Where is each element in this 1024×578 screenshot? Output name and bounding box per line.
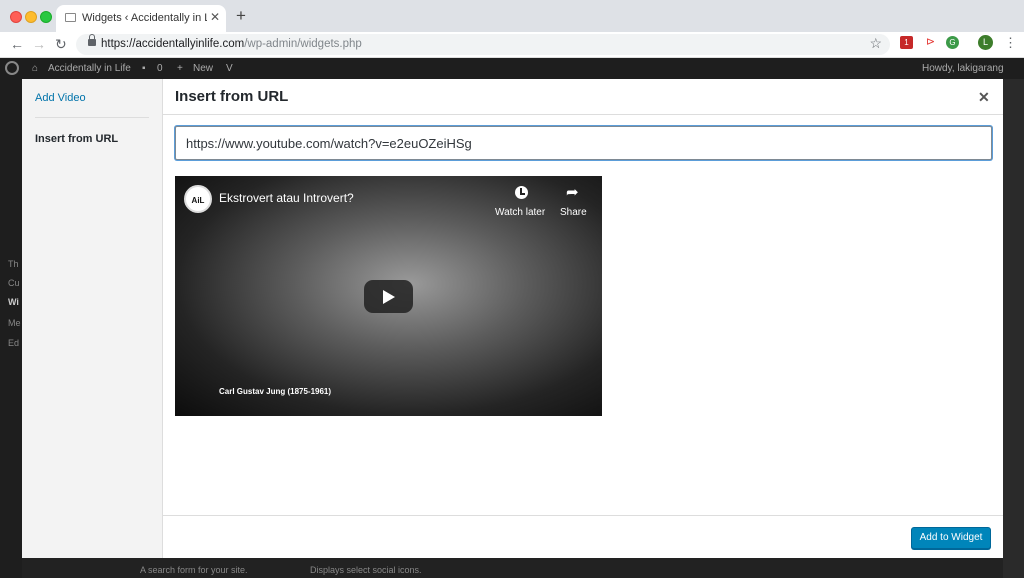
sidebar-item-customize: Cu: [8, 278, 20, 288]
menu-add-video[interactable]: Add Video: [35, 92, 86, 104]
new-plus-icon[interactable]: +: [177, 63, 183, 74]
tab-close-icon[interactable]: ✕: [210, 10, 220, 24]
back-icon[interactable]: ←: [10, 36, 24, 52]
extension-arrow-icon[interactable]: ⊳: [924, 36, 937, 49]
site-name-link[interactable]: Accidentally in Life: [48, 63, 131, 74]
sidebar-item-themes: Th: [8, 259, 19, 269]
browser-window: Widgets ‹ Accidentally in Life — ✕ + ← →…: [0, 0, 1024, 578]
modal-title: Insert from URL: [175, 88, 289, 105]
add-to-widget-button[interactable]: Add to Widget: [911, 527, 991, 549]
address-bar[interactable]: https://accidentallyinlife.com/wp-admin/…: [76, 34, 890, 55]
account-greeting[interactable]: Howdy, lakigarang: [922, 63, 1004, 74]
menu-insert-from-url[interactable]: Insert from URL: [35, 133, 118, 145]
modal-close-icon[interactable]: ✕: [978, 89, 990, 106]
video-caption: Carl Gustav Jung (1875-1961): [219, 387, 332, 396]
title-separator: [163, 114, 1003, 115]
footer-separator: [163, 515, 1003, 516]
browser-toolbar: ← → ↻ https://accidentallyinlife.com/wp-…: [0, 32, 1024, 58]
tab-strip: Widgets ‹ Accidentally in Life — ✕ +: [0, 0, 1024, 32]
extension-badge-icon[interactable]: 1: [900, 36, 913, 49]
comments-count[interactable]: 0: [157, 63, 163, 74]
maximize-window-button[interactable]: [40, 11, 52, 23]
social-widget-desc: Displays select social icons.: [310, 565, 422, 575]
play-button-icon[interactable]: [364, 280, 413, 313]
profile-avatar[interactable]: L: [978, 35, 993, 50]
grammarly-icon[interactable]: G: [946, 36, 959, 49]
share-icon[interactable]: ➦: [566, 183, 579, 201]
comments-icon[interactable]: ▪: [142, 63, 146, 74]
sidebar-item-editor: Ed: [8, 338, 20, 348]
wordpress-logo-icon[interactable]: [5, 61, 19, 75]
youtube-preview[interactable]: AiL Ekstrovert atau Introvert? Watch lat…: [175, 176, 602, 416]
share-button[interactable]: Share: [560, 207, 587, 218]
minimize-window-button[interactable]: [25, 11, 37, 23]
sidebar-item-menus: Me: [8, 318, 21, 328]
forward-icon[interactable]: →: [32, 36, 46, 52]
lock-icon: [88, 34, 96, 46]
close-window-button[interactable]: [10, 11, 22, 23]
video-title[interactable]: Ekstrovert atau Introvert?: [219, 191, 354, 205]
browser-tab[interactable]: Widgets ‹ Accidentally in Life — ✕: [56, 5, 226, 32]
home-icon[interactable]: ⌂: [32, 63, 38, 74]
channel-avatar[interactable]: AiL: [184, 185, 212, 213]
new-content-link[interactable]: New: [193, 63, 213, 74]
search-widget-desc: A search form for your site.: [140, 565, 248, 575]
url-text: https://accidentallyinlife.com/wp-admin/…: [101, 38, 362, 50]
reload-icon[interactable]: ↻: [55, 36, 67, 53]
clock-icon[interactable]: [515, 186, 528, 199]
admin-sidebar-dimmed: Th Cu Wi Me Ed: [0, 79, 22, 578]
admin-content-dimmed: [1003, 79, 1024, 578]
page-favicon-icon: [65, 13, 76, 22]
new-tab-icon[interactable]: +: [236, 6, 246, 26]
menu-separator: [35, 117, 149, 118]
browser-menu-icon[interactable]: ⋮: [1004, 35, 1017, 51]
watch-later-button[interactable]: Watch later: [495, 207, 545, 218]
media-menu: Add Video Insert from URL: [22, 79, 163, 558]
embed-url-input[interactable]: [175, 126, 992, 160]
wp-admin-bar: ⌂ Accidentally in Life ▪ 0 + New V Howdy…: [0, 58, 1024, 79]
media-modal: Add Video Insert from URL Insert from UR…: [22, 79, 1003, 558]
bookmark-star-icon[interactable]: ☆: [869, 35, 882, 52]
plugin-v-icon[interactable]: V: [226, 63, 233, 74]
sidebar-item-widgets: Wi: [8, 297, 19, 307]
tab-title: Widgets ‹ Accidentally in Life —: [82, 12, 207, 24]
